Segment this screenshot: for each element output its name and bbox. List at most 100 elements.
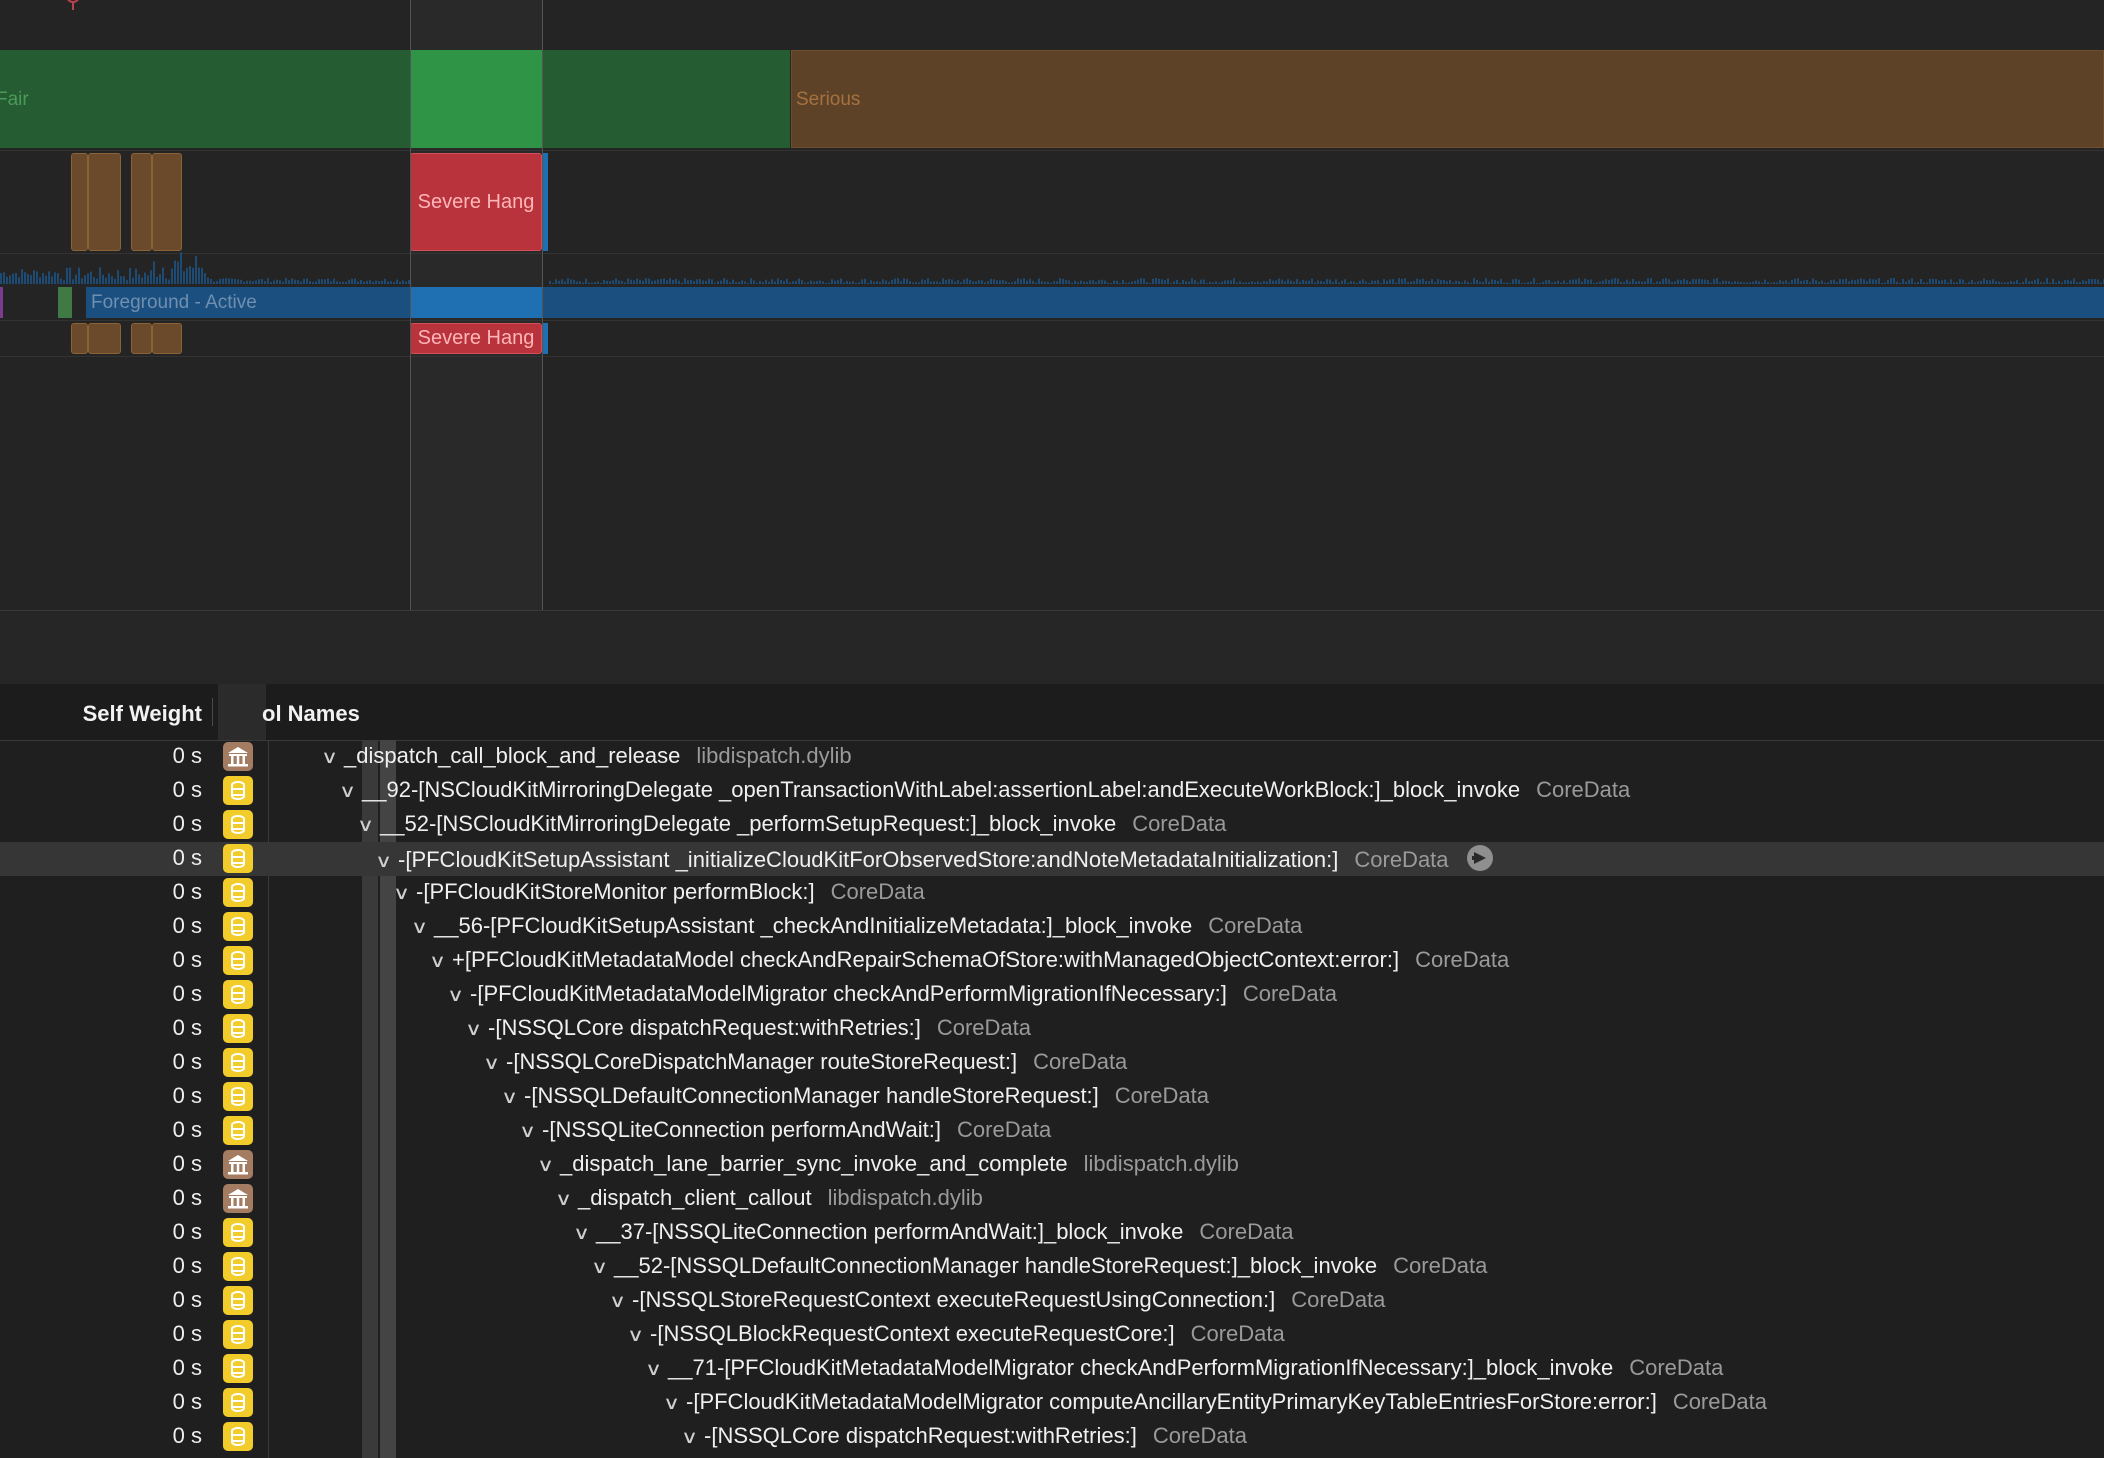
disclosure-chevron-icon[interactable]: ∨ xyxy=(321,747,347,768)
symbol-name: +[PFCloudKitMetadataModel checkAndRepair… xyxy=(452,947,1400,972)
symbol-cell[interactable]: ∨ -[NSSQLCore dispatchRequest:withRetries… xyxy=(681,1423,1247,1449)
call-tree[interactable]: 0 s ∨ _dispatch_call_block_and_release libd… xyxy=(0,740,2104,1458)
coredata-library-icon xyxy=(223,912,253,941)
call-tree-row[interactable]: 0 s ∨ +[PFCloudKitMetadataModel checkAndRe… xyxy=(0,944,2104,978)
call-tree-row[interactable]: 0 s ∨ _dispatch_lane_barrier_sync_invoke_a… xyxy=(0,1148,2104,1182)
foreground-active-state-selected[interactable] xyxy=(410,287,542,318)
disclosure-chevron-icon[interactable]: ∨ xyxy=(681,1427,707,1448)
symbol-cell[interactable]: ∨ __56-[PFCloudKitSetupAssistant _checkAn… xyxy=(411,913,1302,939)
call-tree-row[interactable]: 0 s ∨ __71-[PFCloudKitMetadataModelMigrato… xyxy=(0,1352,2104,1386)
symbol-name: -[PFCloudKitMetadataModelMigrator comput… xyxy=(686,1389,1657,1414)
hang-interval-compact[interactable] xyxy=(71,323,88,354)
go-to-source-icon[interactable] xyxy=(1466,845,1493,871)
symbol-cell[interactable]: ∨ -[NSSQLBlockRequestContext executeReque… xyxy=(627,1321,1285,1347)
disclosure-chevron-icon[interactable]: ∨ xyxy=(591,1257,617,1278)
call-tree-row[interactable]: 0 s ∨ -[PFCloudKitMetadataModelMigrator ch… xyxy=(0,978,2104,1012)
symbol-cell[interactable]: ∨ -[PFCloudKitStoreMonitor performBlock:]… xyxy=(393,879,925,905)
thermal-state-fair[interactable] xyxy=(0,50,410,148)
disclosure-chevron-icon[interactable]: ∨ xyxy=(645,1359,671,1380)
disclosure-chevron-icon[interactable]: ∨ xyxy=(483,1053,509,1074)
call-tree-row[interactable]: 0 s ∨ -[NSSQLDefaultConnectionManager hand… xyxy=(0,1080,2104,1114)
library-icon-column-header[interactable] xyxy=(218,684,266,740)
disclosure-chevron-icon[interactable]: ∨ xyxy=(627,1325,653,1346)
symbol-name: -[NSSQLiteConnection performAndWait:] xyxy=(542,1117,942,1142)
panel-divider[interactable] xyxy=(0,610,2104,685)
disclosure-chevron-icon[interactable]: ∨ xyxy=(375,851,401,872)
symbol-cell[interactable]: ∨ _dispatch_client_callout libdispatch.dyl… xyxy=(555,1185,983,1211)
hang-interval-compact[interactable] xyxy=(88,323,121,354)
symbol-cell[interactable]: ∨ __71-[PFCloudKitMetadataModelMigrator c… xyxy=(645,1355,1723,1381)
symbol-names-column-header[interactable]: ol Names xyxy=(262,701,360,727)
call-tree-row[interactable]: 0 s ∨ -[NSSQLCore dispatchRequest:withRetr… xyxy=(0,1420,2104,1454)
symbol-cell[interactable]: ∨ __52-[NSSQLDefaultConnectionManager han… xyxy=(591,1253,1487,1279)
thermal-state-fair-selected[interactable] xyxy=(411,50,542,148)
call-tree-row[interactable]: 0 s ∨ __37-[NSSQLiteConnection performAndW… xyxy=(0,1216,2104,1250)
disclosure-chevron-icon[interactable]: ∨ xyxy=(429,951,455,972)
severe-hang-interval[interactable]: Severe Hang xyxy=(410,153,542,251)
call-tree-row[interactable]: 0 s ∨ _dispatch_client_callout libdispatch.… xyxy=(0,1182,2104,1216)
hang-interval[interactable] xyxy=(88,153,121,251)
call-tree-row[interactable]: 0 s ∨ -[NSSQLiteConnection performAndWait:… xyxy=(0,1114,2104,1148)
call-tree-row[interactable]: 0 s ∨ __56-[PFCloudKitSetupAssistant _chec… xyxy=(0,910,2104,944)
disclosure-chevron-icon[interactable]: ∨ xyxy=(609,1291,635,1312)
call-tree-row[interactable]: 0 s ∨ _dispatch_call_block_and_release libd… xyxy=(0,740,2104,774)
severe-hang-interval-compact[interactable]: Severe Hang xyxy=(410,323,542,354)
symbol-cell[interactable]: ∨ __92-[NSCloudKitMirroringDelegate _open… xyxy=(339,777,1630,803)
symbol-cell[interactable]: ∨ -[PFCloudKitMetadataModelMigrator compu… xyxy=(663,1389,1767,1415)
call-tree-row[interactable]: 0 s ∨ -[NSSQLCoreDispatchManager routeStor… xyxy=(0,1046,2104,1080)
selection-end-line[interactable] xyxy=(542,0,543,610)
disclosure-chevron-icon[interactable]: ∨ xyxy=(663,1393,689,1414)
self-weight-value: 0 s xyxy=(172,1049,202,1074)
foreground-active-state[interactable] xyxy=(86,287,2104,318)
disclosure-chevron-icon[interactable]: ∨ xyxy=(501,1087,527,1108)
thermal-state-serious[interactable] xyxy=(791,50,2104,148)
call-tree-row[interactable]: 0 s ∨ -[NSSQLCore dispatchRequest:withRetr… xyxy=(0,1012,2104,1046)
pin-marker-icon[interactable] xyxy=(64,0,84,12)
disclosure-chevron-icon[interactable]: ∨ xyxy=(339,781,365,802)
symbol-name: -[NSSQLCore dispatchRequest:withRetries:… xyxy=(704,1423,1137,1448)
hang-interval[interactable] xyxy=(131,153,152,251)
symbol-cell[interactable]: ∨ _dispatch_call_block_and_release libdisp… xyxy=(321,743,852,769)
column-separator[interactable] xyxy=(212,698,213,726)
call-tree-row[interactable]: 0 s ∨ -[NSSQLBlockRequestContext executeRe… xyxy=(0,1318,2104,1352)
disclosure-chevron-icon[interactable]: ∨ xyxy=(393,883,419,904)
coredata-library-icon xyxy=(223,1388,253,1417)
call-tree-row[interactable]: 0 s ∨ -[PFCloudKitMetadataModelMigrator co… xyxy=(0,1386,2104,1420)
hang-interval[interactable] xyxy=(71,153,88,251)
disclosure-chevron-icon[interactable]: ∨ xyxy=(465,1019,491,1040)
timeline-area[interactable]: Fair Serious Severe Hang Foreground - Ac… xyxy=(0,0,2104,610)
disclosure-chevron-icon[interactable]: ∨ xyxy=(411,917,437,938)
call-tree-row[interactable]: 0 s ∨ -[PFCloudKitStoreMonitor performBloc… xyxy=(0,876,2104,910)
call-tree-row[interactable]: 0 s ∨ __92-[NSCloudKitMirroringDelegate _o… xyxy=(0,774,2104,808)
disclosure-chevron-icon[interactable]: ∨ xyxy=(519,1121,545,1142)
symbol-cell[interactable]: ∨ -[NSSQLiteConnection performAndWait:] Co… xyxy=(519,1117,1051,1143)
hang-interval-compact[interactable] xyxy=(152,323,182,354)
thermal-state-fair-2[interactable] xyxy=(543,50,790,148)
library-name: CoreData xyxy=(830,879,925,904)
call-tree-row[interactable]: 0 s ∨ -[PFCloudKitSetupAssistant _initiali… xyxy=(0,842,2104,876)
call-tree-row[interactable]: 0 s ∨ __52-[NSSQLDefaultConnectionManager … xyxy=(0,1250,2104,1284)
symbol-name: -[PFCloudKitSetupAssistant _initializeCl… xyxy=(398,847,1339,872)
coredata-library-icon xyxy=(223,1116,253,1145)
symbol-cell[interactable]: ∨ -[NSSQLCoreDispatchManager routeStoreRe… xyxy=(483,1049,1127,1075)
disclosure-chevron-icon[interactable]: ∨ xyxy=(357,815,383,836)
disclosure-chevron-icon[interactable]: ∨ xyxy=(447,985,473,1006)
symbol-cell[interactable]: ∨ -[NSSQLCore dispatchRequest:withRetries… xyxy=(465,1015,1031,1041)
symbol-cell[interactable]: ∨ __37-[NSSQLiteConnection performAndWait… xyxy=(573,1219,1294,1245)
symbol-cell[interactable]: ∨ __52-[NSCloudKitMirroringDelegate _perf… xyxy=(357,811,1226,837)
self-weight-column-header[interactable]: Self Weight xyxy=(83,701,202,727)
disclosure-chevron-icon[interactable]: ∨ xyxy=(537,1155,563,1176)
symbol-cell[interactable]: ∨ -[PFCloudKitMetadataModelMigrator check… xyxy=(447,981,1337,1007)
hang-interval-compact[interactable] xyxy=(131,323,152,354)
symbol-cell[interactable]: ∨ +[PFCloudKitMetadataModel checkAndRepai… xyxy=(429,947,1509,973)
symbol-cell[interactable]: ∨ _dispatch_lane_barrier_sync_invoke_and_… xyxy=(537,1151,1239,1177)
call-tree-row[interactable]: 0 s ∨ -[NSSQLStoreRequestContext executeRe… xyxy=(0,1284,2104,1318)
hang-interval[interactable] xyxy=(152,153,182,251)
symbol-cell[interactable]: ∨ -[NSSQLStoreRequestContext executeReque… xyxy=(609,1287,1385,1313)
symbol-cell[interactable]: ∨ -[NSSQLDefaultConnectionManager handleS… xyxy=(501,1083,1209,1109)
call-tree-row[interactable]: 0 s ∨ __52-[NSCloudKitMirroringDelegate _p… xyxy=(0,808,2104,842)
disclosure-chevron-icon[interactable]: ∨ xyxy=(555,1189,581,1210)
selection-start-line[interactable] xyxy=(410,0,411,610)
disclosure-chevron-icon[interactable]: ∨ xyxy=(573,1223,599,1244)
symbol-cell[interactable]: ∨ -[PFCloudKitSetupAssistant _initializeC… xyxy=(375,845,1493,873)
